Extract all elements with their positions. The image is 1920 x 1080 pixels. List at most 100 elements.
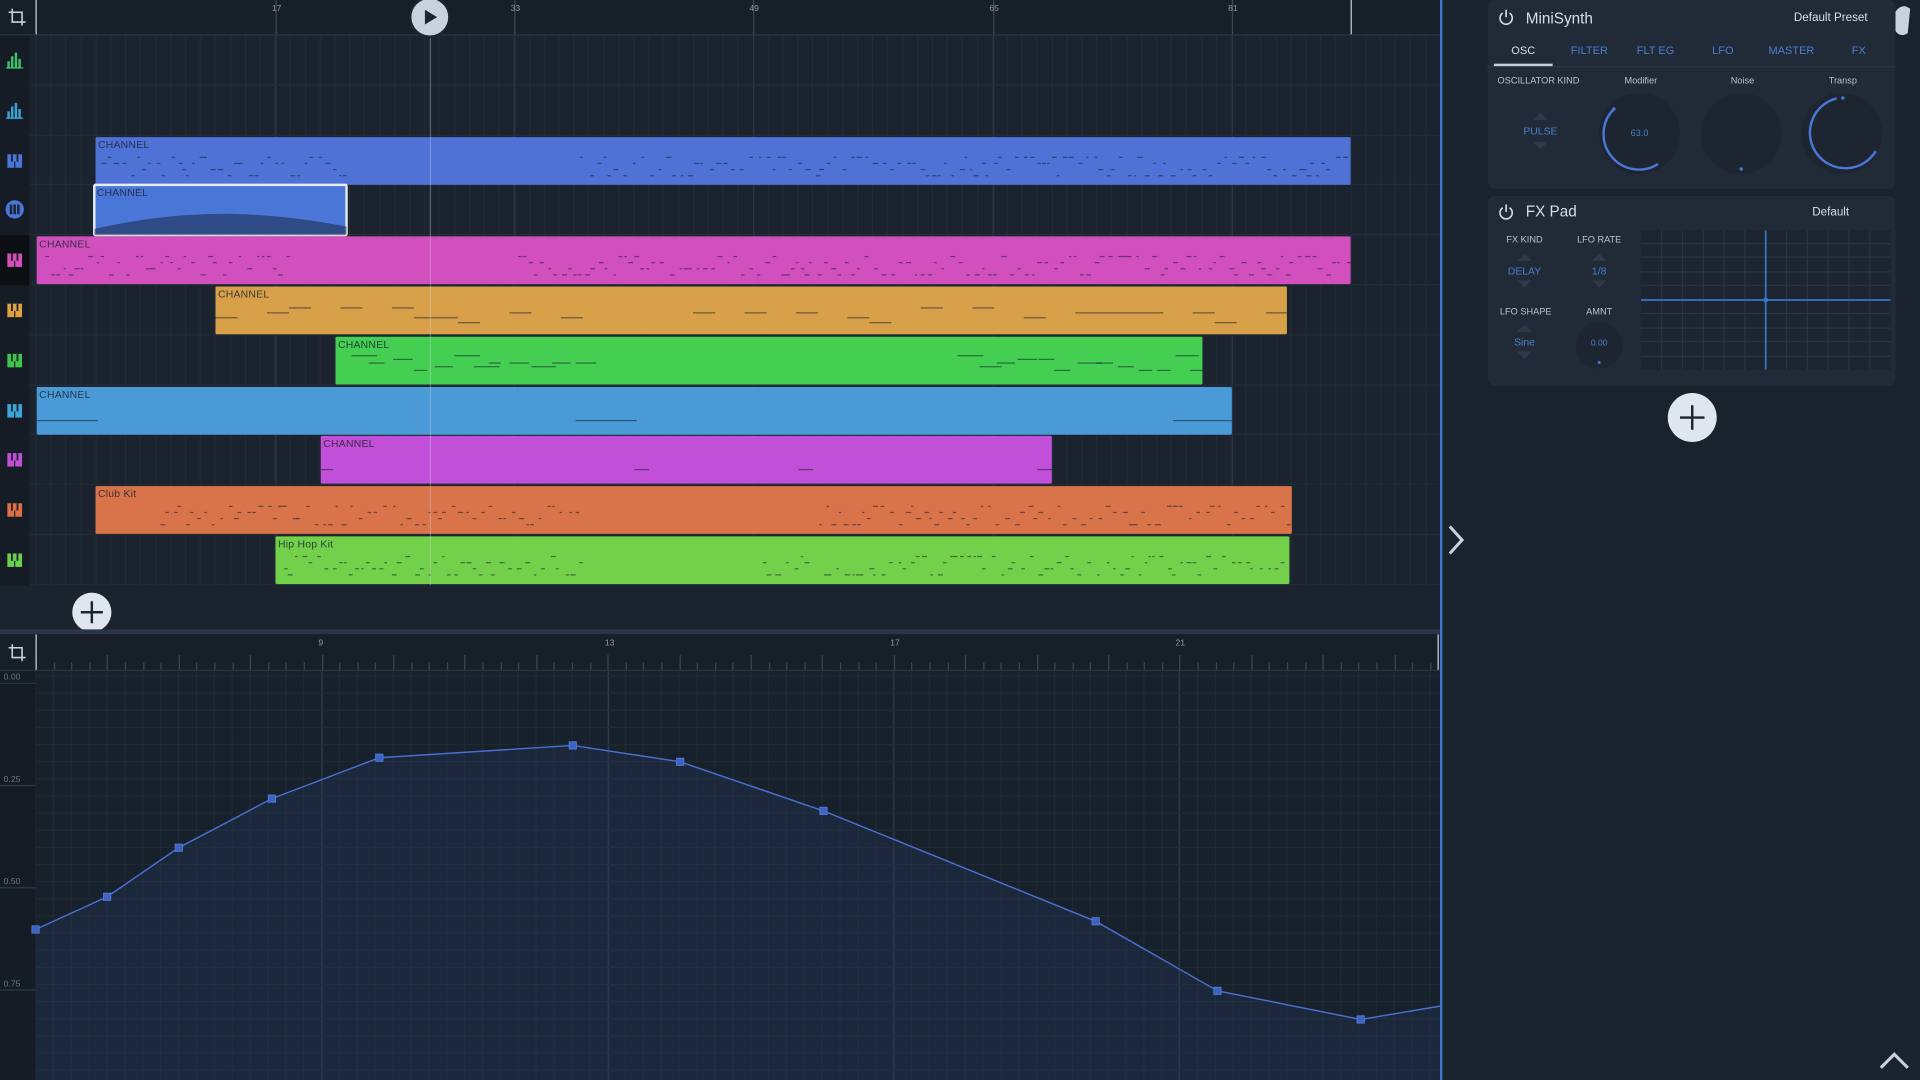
automation-point[interactable] (568, 741, 577, 750)
preset-selector[interactable]: Default Preset (1794, 11, 1868, 24)
noise-knob[interactable] (1700, 93, 1782, 174)
ruler-tick (1089, 662, 1092, 670)
automation-point[interactable] (1091, 917, 1100, 926)
ruler-tick (536, 655, 538, 670)
pattern-clip[interactable]: CHANNEL (93, 184, 348, 237)
ruler-tick (1251, 655, 1253, 670)
ruler-tick (1322, 655, 1324, 670)
value-axis-label: 0.50 (4, 876, 21, 886)
stepper-down-icon[interactable] (1591, 280, 1607, 288)
ruler-tick (607, 655, 609, 670)
stepper-down-icon[interactable] (1517, 351, 1532, 359)
tab-lfo[interactable]: LFO (1698, 37, 1747, 64)
clip-label: CHANNEL (39, 387, 91, 400)
ruler-tick (482, 662, 484, 670)
add-device-button[interactable] (1667, 393, 1717, 443)
chevron-up-icon[interactable] (1876, 1048, 1913, 1072)
xy-pad[interactable] (1640, 230, 1891, 370)
track-row-separator (29, 134, 1441, 136)
tab-flt-eg[interactable]: FLT EG (1625, 37, 1686, 64)
ruler-tick (947, 662, 949, 670)
ruler-tick (143, 662, 145, 670)
ruler-tick (983, 662, 985, 670)
ruler-tick (411, 662, 413, 670)
ruler-tick (500, 662, 503, 670)
modifier-value: 63.0 (1630, 127, 1649, 139)
pattern-clip[interactable]: CHANNEL (335, 336, 1203, 385)
lfo-rate-stepper[interactable]: 1/8 (1571, 253, 1627, 288)
tab-filter[interactable]: FILTER (1559, 37, 1620, 64)
clip-label: CHANNEL (39, 237, 91, 251)
pattern-clip[interactable]: CHANNEL (215, 286, 1287, 335)
oscillator-kind-stepper[interactable]: PULSE (1512, 112, 1568, 150)
ruler-tick (517, 662, 520, 670)
ruler-beat-number: 17 (890, 639, 900, 648)
automation-point[interactable] (103, 892, 112, 901)
automation-point[interactable] (1356, 1015, 1365, 1024)
preset-selector[interactable]: Default (1812, 206, 1849, 219)
ruler-tick (1037, 655, 1039, 670)
automation-point[interactable] (819, 806, 828, 815)
pattern-clip[interactable]: CHANNEL (36, 236, 1351, 285)
playhead[interactable] (429, 0, 432, 586)
clip-label: CHANNEL (217, 287, 270, 301)
ruler-tick (1286, 662, 1289, 670)
automation-point[interactable] (1213, 986, 1222, 995)
ruler-tick (1305, 662, 1307, 670)
ruler-tick (964, 655, 967, 670)
automation-point[interactable] (267, 794, 276, 803)
pattern-clip[interactable]: Club Kit (95, 486, 1292, 535)
ruler-tick (106, 655, 108, 670)
tab-fx[interactable]: FX (1840, 37, 1877, 64)
modifier-knob[interactable]: 63.0 (1599, 93, 1681, 174)
automation-point[interactable] (676, 757, 685, 766)
ruler-tick (1179, 655, 1181, 670)
lfo-rate-label: LFO RATE (1577, 233, 1622, 245)
stepper-down-icon[interactable] (1533, 142, 1548, 150)
automation-ruler[interactable]: 9 13 17 21 (0, 634, 1441, 672)
ruler-tick (160, 662, 162, 670)
stepper-up-icon[interactable] (1591, 253, 1607, 261)
oscillator-kind-value: PULSE (1523, 124, 1558, 138)
fx-kind-stepper[interactable]: DELAY (1498, 253, 1552, 288)
tab-master[interactable]: MASTER (1755, 37, 1828, 64)
amnt-knob[interactable]: 0.00 (1575, 322, 1623, 369)
ruler-tick (89, 662, 91, 670)
ruler-beat-number: 21 (1175, 639, 1186, 648)
automation-point[interactable] (174, 843, 183, 852)
lfo-shape-stepper[interactable]: Sine (1498, 324, 1552, 359)
stepper-up-icon[interactable] (1517, 253, 1532, 261)
plus-icon (80, 601, 103, 624)
clips-layer: CHANNEL CHANNEL CHANNEL CHANNEL CHANNEL CHANN… (0, 0, 1441, 629)
pattern-clip[interactable]: CHANNEL (36, 386, 1232, 435)
add-track-button[interactable] (72, 592, 112, 632)
stepper-up-icon[interactable] (1517, 324, 1532, 332)
pattern-clip[interactable]: CHANNEL (95, 136, 1351, 185)
ruler-tick (195, 662, 198, 670)
xy-pad-cursor[interactable] (1763, 297, 1769, 303)
ruler-tick (285, 662, 287, 670)
ruler-tick (858, 662, 860, 670)
stepper-down-icon[interactable] (1517, 280, 1532, 288)
ruler-tick (1197, 662, 1199, 670)
transp-knob[interactable] (1801, 93, 1883, 174)
power-icon[interactable] (1498, 9, 1515, 26)
ruler-tick (590, 662, 592, 670)
tab-osc[interactable]: OSC (1493, 37, 1553, 67)
oscillator-kind-label: OSCILLATOR KIND (1497, 74, 1580, 86)
crop-icon[interactable] (8, 8, 26, 26)
automation-point[interactable] (375, 753, 384, 762)
chevron-right-icon[interactable] (1445, 523, 1467, 557)
power-icon[interactable] (1498, 203, 1515, 220)
ruler-tick (875, 662, 877, 670)
stepper-up-icon[interactable] (1533, 112, 1548, 121)
ruler-tick (768, 662, 771, 670)
pattern-clip[interactable]: Hip Hop Kit (275, 536, 1290, 585)
ruler-tick (1411, 662, 1414, 670)
ruler-tick (625, 662, 627, 670)
ruler-beat-number: 13 (604, 639, 615, 648)
automation-point[interactable] (31, 925, 40, 934)
amnt-label: AMNT (1586, 306, 1613, 318)
crop-icon[interactable] (8, 644, 26, 662)
automation-curve-plot[interactable]: 0.00 0.25 0.50 0.75 (0, 671, 1441, 1080)
